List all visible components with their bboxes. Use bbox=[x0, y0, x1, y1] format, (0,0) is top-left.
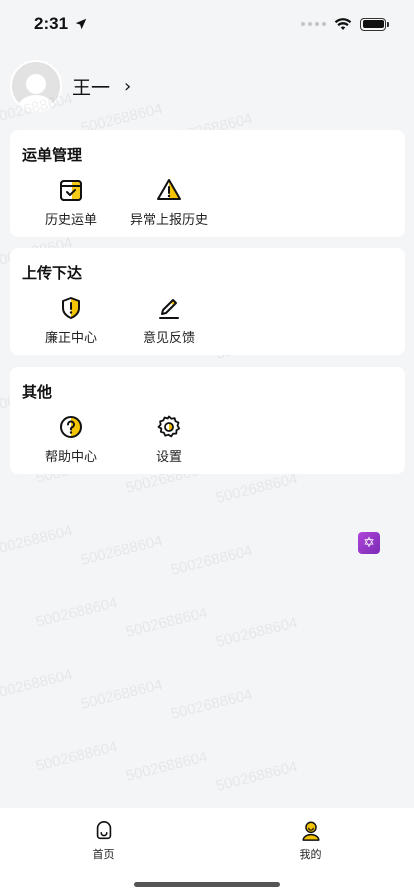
wifi-icon bbox=[334, 18, 352, 30]
user-icon bbox=[301, 821, 320, 841]
status-time: 2:31 bbox=[34, 14, 69, 33]
signal-dots-icon bbox=[301, 22, 326, 26]
shield-alert-icon bbox=[62, 297, 80, 319]
watermark-text: 5002688604 bbox=[214, 470, 300, 507]
section-card-waybill: 运单管理 历史运单 异常上报历史 bbox=[10, 130, 405, 237]
floating-star-icon[interactable]: ✡ bbox=[358, 532, 380, 554]
home-face-icon bbox=[96, 821, 111, 840]
section-title: 运单管理 bbox=[22, 146, 83, 164]
watermark-text: 5002688604 bbox=[169, 686, 255, 723]
watermark-text: 5002688604 bbox=[34, 738, 120, 775]
menu-item-settings[interactable]: 设置 bbox=[120, 414, 218, 465]
user-name: 王一 bbox=[72, 76, 111, 99]
watermark-text: 5002688604 bbox=[169, 542, 255, 579]
location-arrow-icon bbox=[75, 18, 87, 30]
watermark-text: 5002688604 bbox=[124, 604, 210, 641]
home-indicator[interactable] bbox=[134, 882, 280, 887]
watermark-text: 5002688604 bbox=[0, 522, 75, 559]
menu-item-integrity-center[interactable]: 廉正中心 bbox=[22, 295, 120, 346]
watermark-text: 5002688604 bbox=[0, 666, 75, 703]
warning-triangle-icon bbox=[157, 179, 181, 200]
section-title: 其他 bbox=[22, 383, 53, 401]
calendar-check-icon bbox=[60, 180, 82, 201]
profile-header[interactable]: 王一 › bbox=[10, 60, 131, 112]
chevron-right-icon: › bbox=[124, 75, 132, 97]
menu-item-feedback[interactable]: 意见反馈 bbox=[120, 295, 218, 346]
avatar[interactable] bbox=[10, 60, 62, 112]
battery-icon bbox=[360, 17, 389, 31]
section-card-other: 其他 帮助中心 设置 bbox=[10, 367, 405, 474]
watermark-text: 5002688604 bbox=[124, 748, 210, 785]
pencil-icon bbox=[159, 299, 179, 319]
menu-item-help-center[interactable]: 帮助中心 bbox=[22, 414, 120, 465]
watermark-text: 5002688604 bbox=[79, 676, 165, 713]
watermark-text: 5002688604 bbox=[214, 758, 300, 795]
menu-item-history-waybill[interactable]: 历史运单 bbox=[22, 177, 120, 228]
help-circle-icon bbox=[60, 416, 82, 438]
gear-icon bbox=[157, 415, 181, 438]
watermark-text: 5002688604 bbox=[214, 614, 300, 651]
menu-item-exception-history[interactable]: 异常上报历史 bbox=[120, 177, 218, 228]
section-card-upload: 上传下达 廉正中心 意见反馈 bbox=[10, 248, 405, 355]
status-bar: 2:31 bbox=[0, 0, 414, 48]
section-title: 上传下达 bbox=[22, 264, 83, 282]
watermark-text: 5002688604 bbox=[34, 594, 120, 631]
watermark-text: 5002688604 bbox=[79, 532, 165, 569]
